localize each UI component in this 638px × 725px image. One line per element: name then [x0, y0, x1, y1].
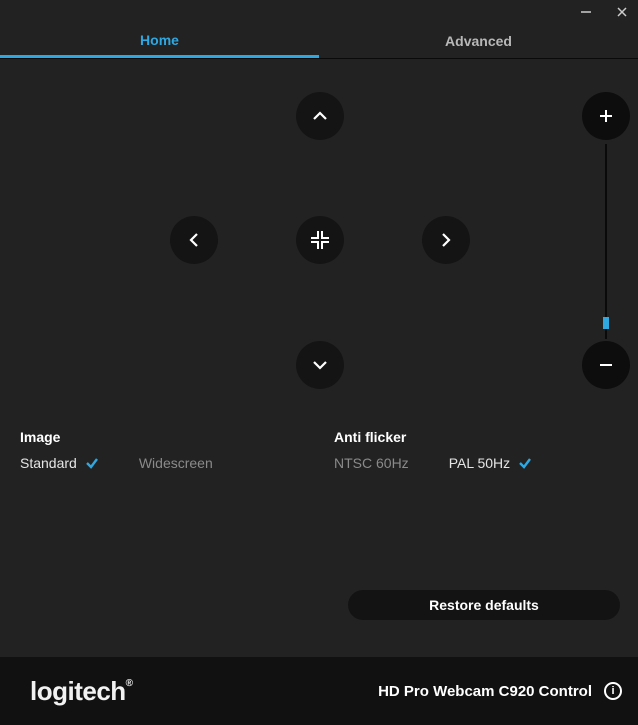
- zoom-in-button[interactable]: [582, 92, 630, 140]
- image-standard-option[interactable]: Standard: [20, 455, 99, 471]
- chevron-down-icon: [311, 356, 329, 374]
- pan-right-button[interactable]: [422, 216, 470, 264]
- footer: logitech® HD Pro Webcam C920 Control i: [0, 657, 638, 725]
- option-label: Standard: [20, 455, 77, 471]
- product-name: HD Pro Webcam C920 Control: [378, 683, 592, 700]
- image-label: Image: [20, 429, 304, 445]
- option-label: Widescreen: [139, 455, 213, 471]
- tabs: Home Advanced: [0, 24, 638, 59]
- chevron-left-icon: [185, 231, 203, 249]
- antiflicker-group: Anti flicker NTSC 60Hz PAL 50Hz: [334, 429, 618, 471]
- options-row: Image Standard Widescreen Anti flicker N…: [0, 399, 638, 471]
- center-icon: [309, 229, 331, 251]
- antiflicker-pal-option[interactable]: PAL 50Hz: [449, 455, 532, 471]
- titlebar: [0, 0, 638, 24]
- tab-home[interactable]: Home: [0, 24, 319, 58]
- info-button[interactable]: i: [604, 682, 622, 700]
- zoom-thumb[interactable]: [603, 317, 609, 329]
- check-icon: [518, 456, 532, 470]
- pan-left-button[interactable]: [170, 216, 218, 264]
- antiflicker-label: Anti flicker: [334, 429, 618, 445]
- zoom-out-button[interactable]: [582, 341, 630, 389]
- option-label: PAL 50Hz: [449, 455, 510, 471]
- option-label: NTSC 60Hz: [334, 455, 409, 471]
- close-button[interactable]: [612, 2, 632, 22]
- brand-logo: logitech®: [30, 676, 133, 707]
- chevron-right-icon: [437, 231, 455, 249]
- info-icon: i: [611, 685, 614, 697]
- chevron-up-icon: [311, 107, 329, 125]
- restore-defaults-button[interactable]: Restore defaults: [348, 590, 620, 620]
- check-icon: [85, 456, 99, 470]
- zoom-track: [605, 144, 607, 339]
- image-widescreen-option[interactable]: Widescreen: [139, 455, 213, 471]
- antiflicker-ntsc-option[interactable]: NTSC 60Hz: [334, 455, 409, 471]
- pan-center-button[interactable]: [296, 216, 344, 264]
- tab-advanced[interactable]: Advanced: [319, 24, 638, 58]
- minus-icon: [597, 356, 615, 374]
- image-group: Image Standard Widescreen: [20, 429, 304, 471]
- pan-down-button[interactable]: [296, 341, 344, 389]
- pan-zoom-area: [0, 59, 638, 399]
- plus-icon: [597, 107, 615, 125]
- minimize-button[interactable]: [576, 2, 596, 22]
- pan-up-button[interactable]: [296, 92, 344, 140]
